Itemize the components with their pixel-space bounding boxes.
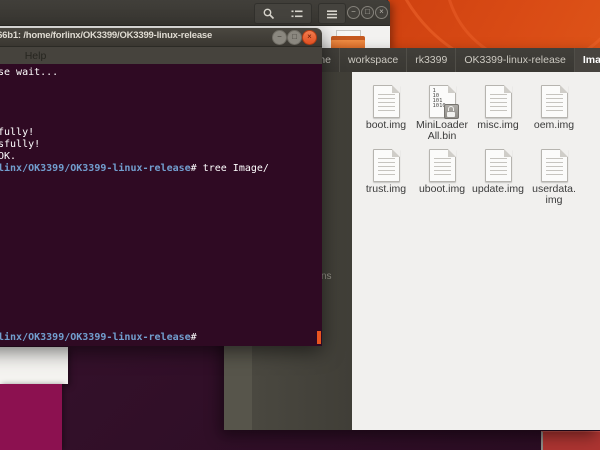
close-button[interactable]: × bbox=[302, 30, 317, 45]
file-list-area: boot.img1 10 101 1010MiniLoaderAll.binmi… bbox=[352, 72, 600, 430]
file-oem.img[interactable]: oem.img bbox=[526, 85, 582, 149]
maximize-button[interactable]: □ bbox=[361, 6, 374, 19]
document-file-icon bbox=[429, 149, 456, 182]
file-update.img[interactable]: update.img bbox=[470, 149, 526, 213]
sidebar-item[interactable]: ns bbox=[321, 271, 332, 282]
file-label: update.img bbox=[470, 184, 526, 195]
window-fragment-red bbox=[541, 431, 600, 450]
document-file-icon bbox=[541, 85, 568, 118]
terminal-scrollbar-thumb[interactable] bbox=[317, 331, 321, 344]
file-trust.img[interactable]: trust.img bbox=[358, 149, 414, 213]
document-file-icon bbox=[541, 149, 568, 182]
breadcrumb-ok3399-linux-release[interactable]: OK3399-linux-release bbox=[456, 48, 575, 72]
file-grid: boot.img1 10 101 1010MiniLoaderAll.binmi… bbox=[352, 72, 600, 213]
file-uboot.img[interactable]: uboot.img bbox=[414, 149, 470, 213]
file-userdata.img[interactable]: userdata.img bbox=[526, 149, 582, 213]
file-label: misc.img bbox=[470, 120, 526, 131]
search-button[interactable] bbox=[254, 3, 284, 24]
terminal-output: se wait... fully!sfully!OK.linx/OK3399/O… bbox=[0, 64, 322, 175]
file-label: boot.img bbox=[358, 120, 414, 131]
document-file-icon bbox=[485, 149, 512, 182]
terminal-prompt: linx/OK3399/OK3399-linux-release# bbox=[0, 332, 197, 344]
file-misc.img[interactable]: misc.img bbox=[470, 85, 526, 149]
terminal-menubar: Terminal Help bbox=[0, 47, 322, 64]
list-view-button[interactable] bbox=[283, 3, 312, 24]
file-label: userdata.img bbox=[526, 184, 582, 206]
file-label: MiniLoaderAll.bin bbox=[414, 120, 470, 142]
search-icon bbox=[262, 7, 276, 21]
breadcrumb-rk3399[interactable]: rk3399 bbox=[407, 48, 456, 72]
file-MiniLoaderAll.bin[interactable]: 1 10 101 1010MiniLoaderAll.bin bbox=[414, 85, 470, 149]
file-boot.img[interactable]: boot.img bbox=[358, 85, 414, 149]
file-label: uboot.img bbox=[414, 184, 470, 195]
minimize-button[interactable]: − bbox=[347, 6, 360, 19]
document-file-icon bbox=[373, 85, 400, 118]
binary-file-icon: 1 10 101 1010 bbox=[429, 85, 456, 118]
breadcrumb-image[interactable]: Image bbox=[575, 48, 600, 72]
list-view-icon bbox=[290, 7, 304, 21]
desktop: − □ × Homeworkspacerk3399OK3399-linux-re… bbox=[0, 0, 600, 450]
window-fragment-white bbox=[0, 347, 68, 384]
terminal-screen[interactable]: se wait... fully!sfully!OK.linx/OK3399/O… bbox=[0, 64, 322, 346]
menu-help[interactable]: Help bbox=[25, 50, 47, 62]
terminal-window: 566b1: /home/forlinx/OK3399/OK3399-linux… bbox=[0, 28, 322, 345]
document-file-icon bbox=[373, 149, 400, 182]
file-label: oem.img bbox=[526, 120, 582, 131]
file-label: trust.img bbox=[358, 184, 414, 195]
maximize-button[interactable]: □ bbox=[287, 30, 302, 45]
hamburger-menu-icon bbox=[325, 7, 339, 21]
lock-emblem-icon bbox=[444, 104, 459, 119]
terminal-title: 566b1: /home/forlinx/OK3399/OK3399-linux… bbox=[0, 30, 212, 41]
window-fragment-crimson bbox=[0, 384, 62, 450]
close-button[interactable]: × bbox=[375, 6, 388, 19]
rear-filemanager-headerbar[interactable]: − □ × bbox=[0, 0, 390, 26]
minimize-button[interactable]: − bbox=[272, 30, 287, 45]
wallpaper-orange bbox=[388, 0, 600, 48]
terminal-titlebar[interactable]: 566b1: /home/forlinx/OK3399/OK3399-linux… bbox=[0, 28, 322, 47]
document-file-icon bbox=[485, 85, 512, 118]
app-menu-button[interactable] bbox=[318, 3, 346, 24]
folder-icon[interactable] bbox=[331, 30, 365, 48]
breadcrumb-workspace[interactable]: workspace bbox=[340, 48, 407, 72]
